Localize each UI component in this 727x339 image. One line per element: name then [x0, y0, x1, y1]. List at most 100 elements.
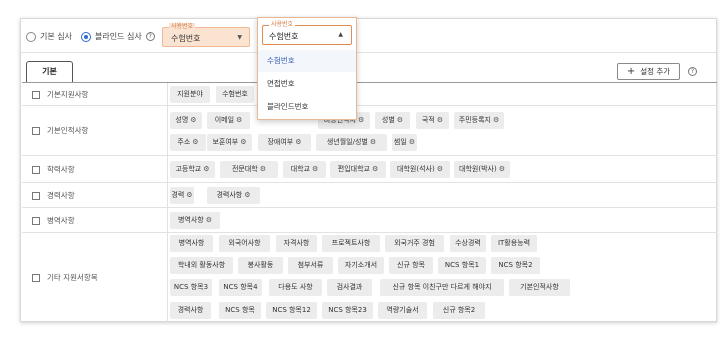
gear-icon[interactable]: ⚙: [312, 165, 318, 173]
gear-icon[interactable]: ⚙: [260, 165, 266, 173]
gear-icon[interactable]: ⚙: [192, 138, 198, 146]
dropdown-option[interactable]: 면접번호: [258, 73, 356, 95]
field-chip[interactable]: 대학원(박사) ⚙: [454, 161, 510, 178]
field-chip-label: 신규 항목2: [442, 306, 476, 314]
radio-basic-review[interactable]: 기본 심사: [26, 31, 72, 42]
field-chip[interactable]: 전문대학 ⚙: [220, 161, 278, 178]
field-chip[interactable]: 자기소개서: [338, 257, 384, 274]
field-chip[interactable]: NCS 항목23: [322, 302, 373, 319]
column-divider: [167, 83, 168, 106]
field-chip[interactable]: 국적 ⚙: [416, 112, 449, 129]
field-chip-label: 외국거주 경험: [394, 239, 435, 247]
dropdown-option[interactable]: 수험번호: [258, 50, 356, 72]
field-chip[interactable]: 경력사항: [170, 302, 211, 319]
field-chip[interactable]: 봉사활동: [238, 257, 283, 274]
field-chip[interactable]: IT활용능력: [491, 235, 537, 252]
number-type-select[interactable]: 사용번호 수험번호 ▼: [162, 23, 250, 47]
dropdown-option[interactable]: 블라인드번호: [258, 96, 356, 118]
checkbox[interactable]: [32, 273, 40, 282]
gear-icon[interactable]: ⚙: [186, 191, 192, 199]
field-chip[interactable]: 첨부서류: [288, 257, 333, 274]
field-chip[interactable]: 썸일 ⚙: [392, 134, 417, 151]
checkbox[interactable]: [32, 126, 40, 135]
field-group-checkbox[interactable]: 경력사항: [32, 190, 75, 201]
field-chip[interactable]: 경력 ⚙: [170, 187, 194, 204]
field-chip[interactable]: 주소 ⚙: [170, 134, 206, 151]
field-chip[interactable]: 병역사항: [170, 235, 213, 252]
field-chip[interactable]: 신규 항목2: [433, 302, 485, 319]
checkbox[interactable]: [32, 165, 40, 174]
field-chip[interactable]: 자격사항: [276, 235, 317, 252]
field-chip[interactable]: 편입대학교 ⚙: [330, 161, 386, 178]
field-chip[interactable]: NCS 항목2: [491, 257, 540, 274]
field-chip[interactable]: 경력사항 ⚙: [207, 187, 260, 204]
field-chip-label: 전문대학: [231, 165, 258, 173]
field-chip[interactable]: NCS 항목: [219, 302, 261, 319]
field-chip[interactable]: 성명 ⚙: [170, 112, 202, 129]
field-chip[interactable]: 보훈여부 ⚙: [207, 134, 252, 151]
radio-blind-indicator[interactable]: [81, 31, 91, 42]
field-chip[interactable]: 고등학교 ⚙: [170, 161, 215, 178]
gear-icon[interactable]: ⚙: [370, 138, 376, 146]
field-chip[interactable]: 이메일 ⚙: [207, 112, 250, 129]
field-chip[interactable]: NCS 항목4: [219, 279, 262, 296]
field-chip[interactable]: 수상경력: [450, 235, 486, 252]
checkbox[interactable]: [32, 191, 40, 200]
gear-icon[interactable]: ⚙: [203, 165, 209, 173]
field-chip[interactable]: 생년월일/성별 ⚙: [316, 134, 387, 151]
gear-icon[interactable]: ⚙: [397, 116, 403, 124]
gear-icon[interactable]: ⚙: [372, 165, 378, 173]
field-group-checkbox[interactable]: 기본지원사항: [32, 89, 88, 100]
gear-icon[interactable]: ⚙: [295, 138, 301, 146]
field-chip[interactable]: 신규 항목 이친구만 다르게 해야지: [380, 279, 504, 296]
gear-icon[interactable]: ⚙: [437, 165, 443, 173]
field-chip[interactable]: 학내외 활동사항: [170, 257, 233, 274]
gear-icon[interactable]: ⚙: [190, 116, 196, 124]
checkbox[interactable]: [32, 216, 40, 225]
radio-basic-indicator[interactable]: [26, 31, 36, 42]
help-icon[interactable]: ?: [688, 67, 697, 76]
gear-icon[interactable]: ⚙: [236, 116, 242, 124]
add-setting-button[interactable]: + 설정 추가: [617, 63, 680, 80]
field-chip[interactable]: 성별 ⚙: [375, 112, 410, 129]
field-chip[interactable]: 검사결과: [327, 279, 372, 296]
field-chip[interactable]: 다용도 사항: [269, 279, 322, 296]
field-chip[interactable]: 프로젝트사항: [322, 235, 380, 252]
gear-icon[interactable]: ⚙: [244, 191, 250, 199]
field-chip[interactable]: NCS 항목3: [170, 279, 212, 296]
select-floating-label: 사용번호: [169, 23, 196, 30]
gear-icon[interactable]: ⚙: [240, 138, 246, 146]
tab-basic[interactable]: 기본: [26, 61, 73, 82]
field-chip[interactable]: 대학교 ⚙: [283, 161, 326, 178]
gear-icon[interactable]: ⚙: [493, 116, 499, 124]
field-group-checkbox[interactable]: 병역사항: [32, 215, 75, 226]
field-chip[interactable]: 역량기술서: [378, 302, 427, 319]
field-chip[interactable]: 기본인적사항: [509, 279, 570, 296]
field-table: 기본지원사항 지원분야 수험번호 기본인적사항 성명 ⚙ 이메일 ⚙ 비상연락처 ⚙ 성별 ⚙ 국적 ⚙ 주…: [22, 82, 717, 323]
field-chip[interactable]: NCS 항목12: [266, 302, 317, 319]
field-chip[interactable]: 외국어사항: [219, 235, 270, 252]
field-group-checkbox[interactable]: 학력사항: [32, 164, 75, 175]
gear-icon[interactable]: ⚙: [409, 138, 415, 146]
gear-icon[interactable]: ⚙: [499, 165, 505, 173]
gear-icon[interactable]: ⚙: [437, 116, 443, 124]
field-chip[interactable]: 외국거주 경험: [385, 235, 444, 252]
field-chip[interactable]: 수험번호: [216, 86, 254, 103]
field-chip[interactable]: 신규 항목: [389, 257, 433, 274]
field-group-checkbox[interactable]: 기본인적사항: [32, 125, 88, 136]
field-chip[interactable]: NCS 항목1: [438, 257, 486, 274]
gear-icon[interactable]: ⚙: [358, 116, 364, 124]
topbar: 기본 심사 블라인드 심사 ? 사용번호 수험번호 ▼: [21, 19, 716, 53]
field-chip[interactable]: 병역사항 ⚙: [170, 212, 220, 229]
radio-blind-review[interactable]: 블라인드 심사 ?: [81, 31, 155, 42]
number-type-select-open[interactable]: 사용번호 수험번호 ▲: [262, 21, 352, 45]
field-chip[interactable]: 주민등록지 ⚙: [454, 112, 504, 129]
help-icon[interactable]: ?: [145, 32, 155, 41]
field-chip-label: 자격사항: [283, 239, 310, 247]
field-chip[interactable]: 대학원(석사) ⚙: [390, 161, 450, 178]
field-group-checkbox[interactable]: 기타 지원서항목: [32, 272, 98, 283]
field-chip[interactable]: 지원분야: [170, 86, 210, 103]
checkbox[interactable]: [32, 90, 40, 99]
gear-icon[interactable]: ⚙: [206, 216, 212, 224]
field-chip[interactable]: 장애여부 ⚙: [258, 134, 311, 151]
